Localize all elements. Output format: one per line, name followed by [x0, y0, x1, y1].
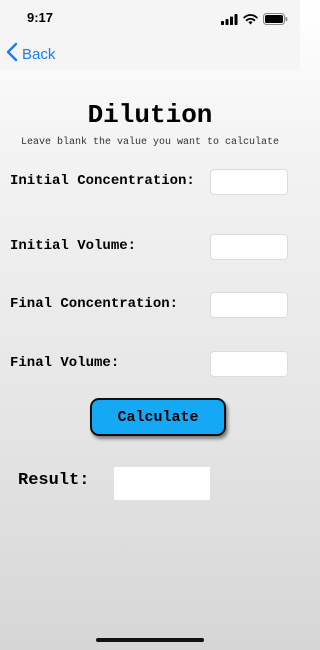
final-concentration-label: Final Concentration:: [10, 296, 179, 312]
back-label: Back: [22, 46, 56, 63]
back-button[interactable]: Back: [6, 42, 55, 67]
page-title: Dilution: [87, 100, 213, 130]
calculate-button[interactable]: Calculate: [90, 398, 226, 436]
final-volume-label: Final Volume:: [10, 355, 120, 371]
initial-concentration-label: Initial Concentration:: [10, 173, 195, 189]
signal-icon: [221, 12, 238, 30]
battery-icon: [263, 12, 288, 30]
initial-concentration-input[interactable]: [210, 169, 288, 195]
initial-volume-input[interactable]: [210, 234, 288, 260]
status-time: 9:17: [27, 10, 54, 25]
wifi-icon: [243, 12, 258, 30]
final-volume-input[interactable]: [210, 351, 288, 377]
result-value: [114, 467, 210, 500]
status-bar: 9:17: [0, 0, 300, 38]
home-indicator: [96, 638, 204, 642]
status-icons: [221, 12, 288, 30]
page-subtitle: Leave blank the value you want to calcul…: [20, 137, 280, 148]
final-concentration-input[interactable]: [210, 292, 288, 318]
navigation-bar: Back: [0, 38, 300, 70]
chevron-left-icon: [6, 42, 18, 67]
initial-volume-label: Initial Volume:: [10, 238, 137, 254]
result-label: Result:: [18, 471, 90, 490]
